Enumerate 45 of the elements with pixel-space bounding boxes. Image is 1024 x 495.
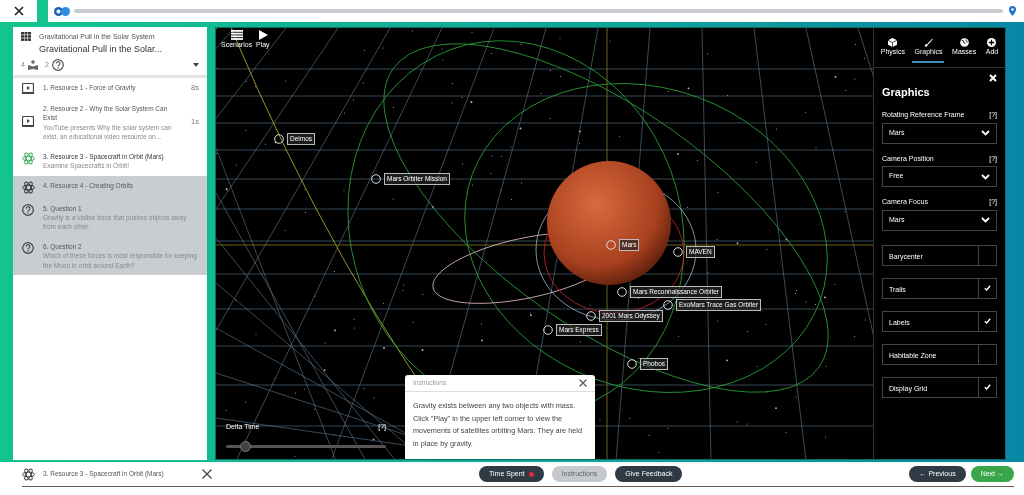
close-icon bbox=[13, 6, 24, 16]
atom-icon bbox=[22, 467, 35, 481]
ring-marker-icon bbox=[606, 239, 616, 250]
ring-marker-icon bbox=[673, 246, 683, 257]
ring-marker-icon bbox=[274, 133, 284, 144]
question-circle-icon bbox=[51, 59, 64, 71]
plus-circle-icon bbox=[987, 38, 997, 47]
reader-icon bbox=[27, 60, 38, 70]
close-icon bbox=[579, 378, 587, 387]
video-screen-icon bbox=[22, 116, 34, 127]
ring-marker-icon bbox=[627, 358, 637, 369]
dropdown-caret-icon[interactable] bbox=[193, 63, 199, 67]
ring-marker-icon bbox=[617, 286, 627, 297]
grid-icon bbox=[21, 32, 31, 41]
check-icon bbox=[984, 285, 991, 291]
chevron-down-icon bbox=[981, 130, 990, 136]
ring-marker-icon bbox=[543, 324, 553, 335]
list-icon bbox=[230, 30, 243, 40]
close-icon bbox=[202, 469, 212, 479]
globe-icon bbox=[959, 38, 969, 47]
question-circle-icon bbox=[22, 203, 34, 216]
atom-icon bbox=[21, 180, 35, 194]
paintbrush-icon bbox=[923, 38, 933, 47]
check-icon bbox=[984, 384, 991, 390]
ring-marker-icon bbox=[371, 173, 381, 184]
close-icon bbox=[989, 73, 997, 82]
close-button[interactable] bbox=[579, 378, 587, 387]
slider-thumb[interactable] bbox=[240, 440, 252, 452]
logo-icon bbox=[54, 6, 70, 16]
play-icon bbox=[257, 30, 268, 40]
ring-marker-icon bbox=[586, 310, 596, 321]
video-screen-icon bbox=[22, 83, 34, 94]
status-dot-icon bbox=[528, 471, 534, 477]
panel-title: Graphics bbox=[882, 84, 931, 100]
check-icon bbox=[984, 318, 991, 324]
accent-bar bbox=[37, 0, 48, 22]
close-button[interactable] bbox=[202, 469, 212, 479]
chevron-down-icon bbox=[981, 173, 990, 180]
chevron-down-icon bbox=[981, 217, 990, 223]
cube-icon bbox=[888, 38, 898, 47]
course-title: Gravitational Pull in the Solar... bbox=[39, 42, 163, 56]
ring-marker-icon bbox=[663, 299, 673, 310]
atom-icon bbox=[21, 151, 35, 165]
location-pin-icon bbox=[1009, 6, 1016, 16]
question-circle-icon bbox=[22, 241, 34, 254]
